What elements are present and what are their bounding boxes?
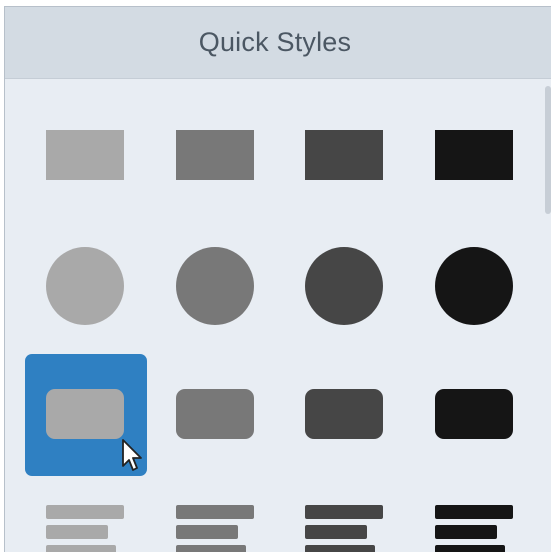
style-circle-light[interactable] — [46, 247, 124, 325]
text-line-bar — [46, 525, 108, 539]
panel-header: Quick Styles — [5, 7, 551, 79]
style-rectangle-light[interactable] — [46, 130, 124, 180]
style-rounded-black[interactable] — [435, 389, 513, 439]
style-rounded-medium[interactable] — [176, 389, 254, 439]
style-circle-black[interactable] — [435, 247, 513, 325]
quick-styles-panel: Quick Styles — [4, 6, 551, 552]
style-rectangle-dark[interactable] — [305, 130, 383, 180]
scrollbar-thumb[interactable] — [545, 86, 551, 214]
style-rounded-dark[interactable] — [305, 389, 383, 439]
text-line-bar — [435, 525, 497, 539]
mouse-pointer-icon — [122, 439, 142, 471]
text-line-bar — [435, 545, 505, 552]
text-line-bar — [46, 505, 124, 519]
text-line-bar — [176, 545, 246, 552]
style-rounded-light[interactable] — [46, 389, 124, 439]
text-line-bar — [305, 545, 375, 552]
style-circle-medium[interactable] — [176, 247, 254, 325]
text-line-bar — [305, 525, 367, 539]
text-line-bar — [46, 545, 116, 552]
text-line-bar — [435, 505, 513, 519]
style-circle-dark[interactable] — [305, 247, 383, 325]
style-rectangle-medium[interactable] — [176, 130, 254, 180]
text-line-bar — [305, 505, 383, 519]
text-line-bar — [176, 505, 254, 519]
panel-title: Quick Styles — [198, 27, 352, 57]
text-line-bar — [176, 525, 238, 539]
style-rectangle-black[interactable] — [435, 130, 513, 180]
